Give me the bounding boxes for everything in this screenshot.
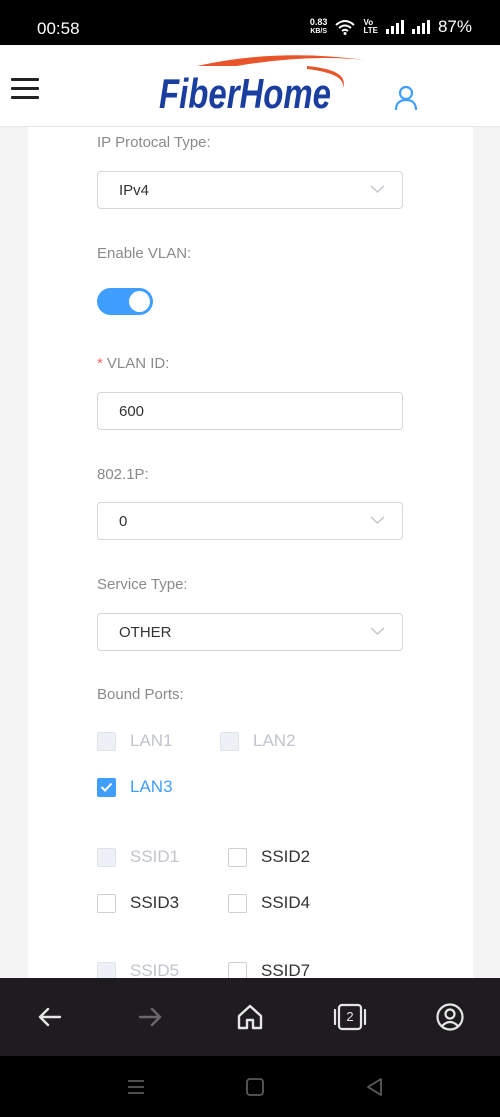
fiberhome-logo: FiberHome bbox=[159, 55, 365, 117]
port-ssid4-label: SSID4 bbox=[261, 893, 311, 912]
network-speed-value: 0.83 bbox=[309, 17, 328, 27]
service-type-value: OTHER bbox=[119, 624, 172, 641]
port-ssid3-checkbox[interactable]: SSID3 bbox=[97, 893, 179, 913]
ip-protocol-select[interactable]: IPv4 bbox=[97, 171, 403, 209]
user-icon[interactable] bbox=[394, 85, 418, 111]
vlan-id-input[interactable]: 600 bbox=[97, 392, 403, 430]
bound-ports-label: Bound Ports: bbox=[97, 686, 184, 703]
priority-value: 0 bbox=[119, 513, 128, 530]
checkbox-box bbox=[220, 731, 239, 751]
enable-vlan-label: Enable VLAN: bbox=[97, 245, 192, 262]
port-lan1-label: LAN1 bbox=[130, 731, 173, 750]
chevron-down-icon bbox=[370, 627, 385, 635]
checkbox-box bbox=[97, 777, 116, 797]
logo-text: FiberHome bbox=[159, 70, 331, 117]
tabs-button[interactable]: 2 bbox=[333, 1002, 367, 1032]
ip-protocol-value: IPv4 bbox=[119, 182, 150, 199]
content-area: IP Protocal Type: IPv4 Enable VLAN: * VLA… bbox=[0, 127, 500, 978]
app-header: FiberHome bbox=[0, 45, 500, 127]
network-speed: 0.83 KB/S bbox=[310, 18, 328, 36]
required-mark: * bbox=[97, 355, 103, 372]
vlan-id-label-row: * VLAN ID: bbox=[97, 355, 169, 372]
forward-arrow-icon[interactable] bbox=[135, 1002, 165, 1032]
network-speed-unit: KB/S bbox=[310, 28, 328, 35]
priority-select[interactable]: 0 bbox=[97, 502, 403, 540]
port-lan3-checkbox[interactable]: LAN3 bbox=[97, 777, 173, 797]
browser-toolbar: 2 bbox=[0, 978, 500, 1056]
chevron-down-icon bbox=[370, 185, 385, 193]
port-ssid5-label: SSID5 bbox=[130, 961, 180, 978]
port-lan2-label: LAN2 bbox=[253, 731, 296, 750]
port-lan1-checkbox[interactable]: LAN1 bbox=[97, 731, 173, 751]
priority-label: 802.1P: bbox=[97, 466, 149, 483]
port-ssid3-label: SSID3 bbox=[130, 893, 180, 912]
recent-apps-icon[interactable] bbox=[125, 1076, 147, 1098]
checkbox-box bbox=[97, 847, 116, 867]
enable-vlan-toggle[interactable] bbox=[97, 288, 153, 315]
port-ssid7-label: SSID7 bbox=[261, 961, 311, 978]
volte-indicator: Vo LTE bbox=[363, 19, 378, 35]
checkbox-box bbox=[228, 893, 247, 913]
vlan-id-value: 600 bbox=[119, 403, 145, 420]
menu-icon-line bbox=[11, 87, 39, 90]
toggle-knob bbox=[129, 291, 150, 312]
wifi-icon bbox=[335, 20, 356, 35]
volte-bottom: LTE bbox=[363, 26, 378, 35]
tab-count: 2 bbox=[346, 1009, 354, 1024]
service-type-label: Service Type: bbox=[97, 576, 188, 593]
port-ssid1-checkbox[interactable]: SSID1 bbox=[97, 847, 179, 867]
menu-icon-line bbox=[11, 96, 39, 99]
battery-level: 87% bbox=[437, 17, 472, 36]
system-navigation-bar bbox=[0, 1056, 500, 1117]
port-lan2-checkbox[interactable]: LAN2 bbox=[220, 731, 296, 751]
back-arrow-icon[interactable] bbox=[35, 1002, 65, 1032]
status-bar: 00:58 0.83 KB/S Vo LTE 87% bbox=[0, 0, 500, 45]
port-ssid2-checkbox[interactable]: SSID2 bbox=[228, 847, 310, 867]
vlan-id-label: VLAN ID: bbox=[106, 355, 170, 372]
menu-button[interactable] bbox=[11, 78, 39, 100]
back-nav-icon[interactable] bbox=[364, 1076, 386, 1098]
port-ssid2-label: SSID2 bbox=[261, 847, 311, 866]
checkbox-box bbox=[97, 893, 116, 913]
checkbox-box bbox=[97, 731, 116, 751]
port-ssid7-checkbox[interactable]: SSID7 bbox=[228, 961, 310, 978]
checkbox-box bbox=[228, 961, 247, 978]
check-icon bbox=[100, 782, 113, 792]
port-ssid1-label: SSID1 bbox=[130, 847, 180, 866]
port-lan3-label: LAN3 bbox=[130, 777, 173, 796]
status-indicators: 0.83 KB/S Vo LTE 87% bbox=[310, 17, 472, 37]
port-ssid5-checkbox[interactable]: SSID5 bbox=[97, 961, 179, 978]
home-icon[interactable] bbox=[235, 1002, 265, 1032]
port-ssid4-checkbox[interactable]: SSID4 bbox=[228, 893, 310, 913]
home-nav-icon[interactable] bbox=[244, 1076, 266, 1098]
account-icon[interactable] bbox=[435, 1002, 465, 1032]
checkbox-box bbox=[97, 961, 116, 978]
menu-icon-line bbox=[11, 78, 39, 81]
signal-icon-2 bbox=[411, 20, 430, 34]
chevron-down-icon bbox=[370, 516, 385, 524]
status-time: 00:58 bbox=[37, 19, 80, 38]
service-type-select[interactable]: OTHER bbox=[97, 613, 403, 651]
signal-icon bbox=[385, 20, 404, 34]
ip-protocol-label: IP Protocal Type: bbox=[97, 134, 211, 151]
checkbox-box bbox=[228, 847, 247, 867]
